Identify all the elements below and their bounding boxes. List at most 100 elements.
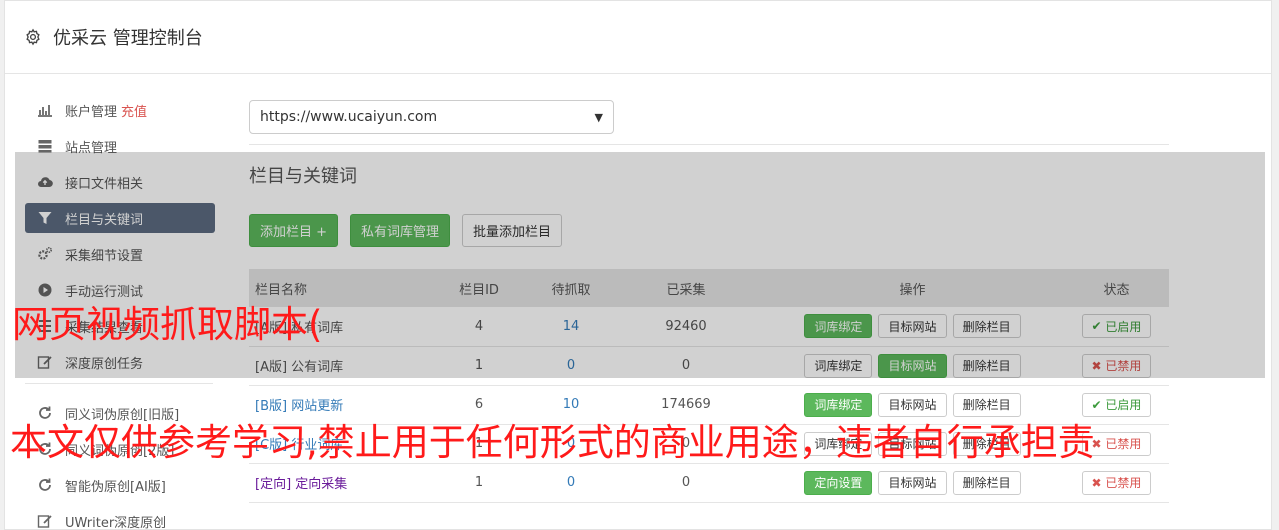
row-status: ✖ 已禁用 [1064,424,1169,463]
status-enabled-toggle[interactable]: ✔ 已启用 [1081,392,1152,417]
sidebar-item-label: 同义词伪原创[2版] [65,443,175,459]
sidebar-item-label: 账户管理 [65,104,118,120]
delete-column-button[interactable]: 删除栏目 [952,470,1021,495]
row-actions: 词库绑定 目标网站 删除栏目 [761,385,1064,424]
page-header: 优采云 管理控制台 [5,1,1271,74]
target-site-button[interactable]: 目标网站 [878,353,947,378]
status-disabled-toggle[interactable]: ✖ 已禁用 [1081,470,1152,495]
status-label: 已启用 [1105,319,1142,334]
row-pending[interactable]: 0 [531,346,611,385]
divider [249,144,1169,145]
list-icon [36,318,54,334]
row-name: [A版] 私有词库 [255,320,344,336]
console-frame: 优采云 管理控制台 账户管理 充值 站点管理 接口文件相关 栏目与关键词 采集细… [4,0,1272,530]
status-enabled-toggle[interactable]: ✔ 已启用 [1081,314,1152,339]
row-pending[interactable]: 14 [531,307,611,346]
recharge-link[interactable]: 充值 [121,101,147,120]
status-label: 已禁用 [1105,359,1142,373]
status-disabled-toggle[interactable]: ✖ 已禁用 [1081,353,1152,378]
table-row: [C版] 行业词库 1 0 0 词库绑定 目标网站 删除栏目 ✖ 已禁用 [249,424,1169,463]
sidebar-item-label: 同义词伪原创[旧版] [65,407,180,423]
chevron-down-icon: ▼ [594,110,603,124]
col-header-pending: 待抓取 [551,282,591,298]
refresh-icon [36,441,54,457]
sidebar: 账户管理 充值 站点管理 接口文件相关 栏目与关键词 采集细节设置 手动运行测试… [25,95,215,530]
row-collected: 174669 [661,397,711,412]
sidebar-item-synonym-old[interactable]: 同义词伪原创[旧版] [25,398,215,428]
col-header-name: 栏目名称 [255,282,308,298]
refresh-icon [36,477,54,493]
sidebar-item-label: 站点管理 [65,140,118,156]
table-row: [A版] 私有词库 4 14 92460 词库绑定 目标网站 删除栏目 ✔ 已启… [249,307,1169,346]
target-site-button[interactable]: 目标网站 [878,431,947,456]
sidebar-item-results[interactable]: 采集结果查看 [25,311,215,341]
status-disabled-toggle[interactable]: ✖ 已禁用 [1081,431,1152,456]
sidebar-item-label: 栏目与关键词 [65,212,144,228]
row-name: [B版] 网站更新 [255,399,344,414]
row-collected: 0 [681,358,691,373]
row-status: ✖ 已禁用 [1064,463,1169,502]
table-row: [B版] 网站更新 6 10 174669 词库绑定 目标网站 删除栏目 ✔ 已… [249,385,1169,424]
bind-library-button[interactable]: 词库绑定 [804,353,873,378]
section-title: 栏目与关键词 [249,166,357,187]
directed-settings-button[interactable]: 定向设置 [804,470,873,495]
sidebar-item-interface-files[interactable]: 接口文件相关 [25,167,215,197]
columns-table: 栏目名称 栏目ID 待抓取 已采集 操作 状态 [A版] 私有词库 4 14 9… [249,269,1169,503]
target-site-button[interactable]: 目标网站 [878,392,947,417]
target-site-button[interactable]: 目标网站 [878,470,947,495]
row-pending[interactable]: 0 [531,463,611,502]
refresh-icon [36,405,54,421]
sidebar-item-collect-settings[interactable]: 采集细节设置 [25,239,215,269]
site-select-value: https://www.ucaiyun.com [260,109,438,125]
status-label: 已禁用 [1105,476,1142,490]
delete-column-button[interactable]: 删除栏目 [952,431,1021,456]
sidebar-item-uwriter[interactable]: UWriter深度原创 [25,506,215,530]
bind-library-button[interactable]: 词库绑定 [804,314,873,339]
delete-column-button[interactable]: 删除栏目 [952,353,1021,378]
edit-icon [36,354,54,370]
page-title: 优采云 管理控制台 [53,28,203,49]
row-id: 4 [474,318,484,334]
sidebar-item-label: 采集细节设置 [65,248,144,264]
sidebar-item-deep-original[interactable]: 深度原创任务 [25,347,215,377]
server-icon [36,138,54,154]
add-column-button[interactable]: 添加栏目 + [249,214,339,247]
row-pending[interactable]: 0 [531,424,611,463]
col-header-status: 状态 [1103,282,1130,298]
row-name: [定向] 定向采集 [255,477,348,492]
sidebar-item-manual-run[interactable]: 手动运行测试 [25,275,215,305]
status-label: 已禁用 [1105,437,1142,451]
row-name: [A版] 公有词库 [255,360,344,375]
row-actions: 词库绑定 目标网站 删除栏目 [761,346,1064,385]
main-content: https://www.ucaiyun.com ▼ 栏目与关键词 添加栏目 + … [249,100,1169,503]
row-collected: 92460 [665,318,707,334]
row-status: ✖ 已禁用 [1064,346,1169,385]
bind-library-button[interactable]: 词库绑定 [804,431,873,456]
delete-column-button[interactable]: 删除栏目 [952,392,1021,417]
sidebar-item-label: 深度原创任务 [65,356,144,372]
row-id: 1 [474,475,484,490]
action-buttons: 添加栏目 + 私有词库管理 批量添加栏目 [249,214,1169,247]
bind-library-button[interactable]: 词库绑定 [804,392,873,417]
target-site-button[interactable]: 目标网站 [878,314,947,339]
sidebar-item-label: 采集结果查看 [65,320,144,336]
sidebar-item-label: UWriter深度原创 [65,515,167,530]
sidebar-divider [25,383,213,384]
row-actions: 定向设置 目标网站 删除栏目 [761,463,1064,502]
cloud-upload-icon [36,174,54,190]
sidebar-item-smart-ai[interactable]: 智能伪原创[AI版] [25,470,215,500]
batch-add-button[interactable]: 批量添加栏目 [462,214,563,247]
row-collected: 0 [681,475,691,490]
sidebar-item-synonym-v2[interactable]: 同义词伪原创[2版] [25,434,215,464]
filter-icon [36,210,54,226]
sidebar-item-account[interactable]: 账户管理 充值 [25,95,215,125]
cogs-icon [36,246,54,262]
sidebar-item-columns-keywords[interactable]: 栏目与关键词 [25,203,215,233]
sidebar-item-sites[interactable]: 站点管理 [25,131,215,161]
private-library-button[interactable]: 私有词库管理 [350,214,451,247]
row-name: [C版] 行业词库 [255,438,344,453]
site-select[interactable]: https://www.ucaiyun.com ▼ [249,100,614,134]
sidebar-item-label: 手动运行测试 [65,284,144,300]
row-pending[interactable]: 10 [531,385,611,424]
delete-column-button[interactable]: 删除栏目 [952,314,1021,339]
